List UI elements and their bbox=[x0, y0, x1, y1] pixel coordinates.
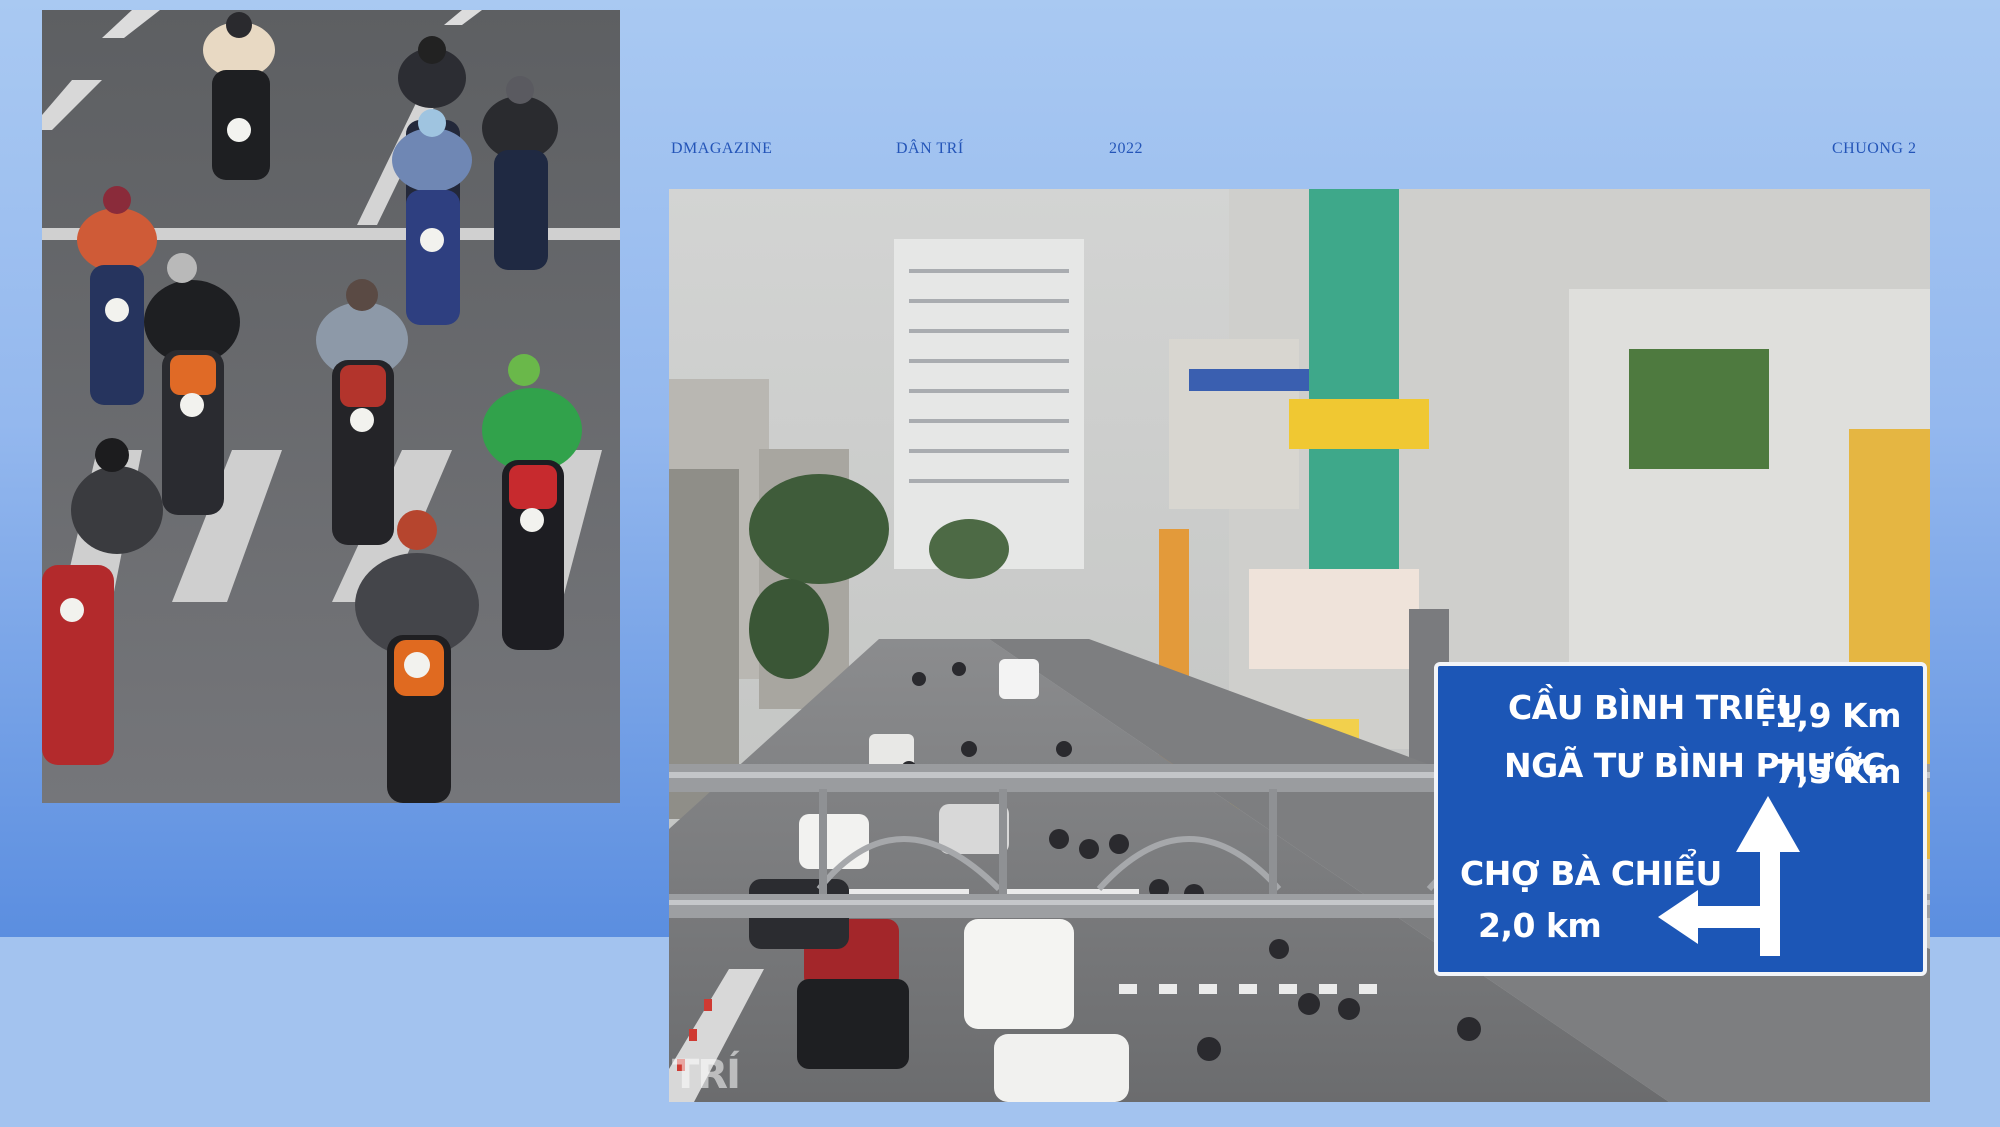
photo-watermark: TRÍ bbox=[672, 1052, 741, 1098]
issue-year: 2022 bbox=[1109, 140, 1143, 157]
road-direction-sign: CẦU BÌNH TRIỆU 1,9 Km NGÃ TƯ BÌNH PHƯỚC … bbox=[1434, 662, 1927, 976]
turn-left-arrow-icon bbox=[1658, 796, 1800, 956]
sign-distance-3: 2,0 km bbox=[1478, 906, 1602, 945]
motorbike-traffic-photo bbox=[42, 10, 620, 803]
sign-distance-1: 1,9 Km bbox=[1774, 696, 1901, 735]
sign-distance-2: 7,5 Km bbox=[1774, 752, 1901, 791]
sign-destination-cau-binh-trieu: CẦU BÌNH TRIỆU bbox=[1508, 688, 1803, 727]
chapter-label: CHUONG 2 bbox=[1832, 140, 1917, 157]
magazine-brand: DMAGAZINE bbox=[671, 140, 773, 157]
site-name: DÂN TRÍ bbox=[896, 140, 964, 157]
